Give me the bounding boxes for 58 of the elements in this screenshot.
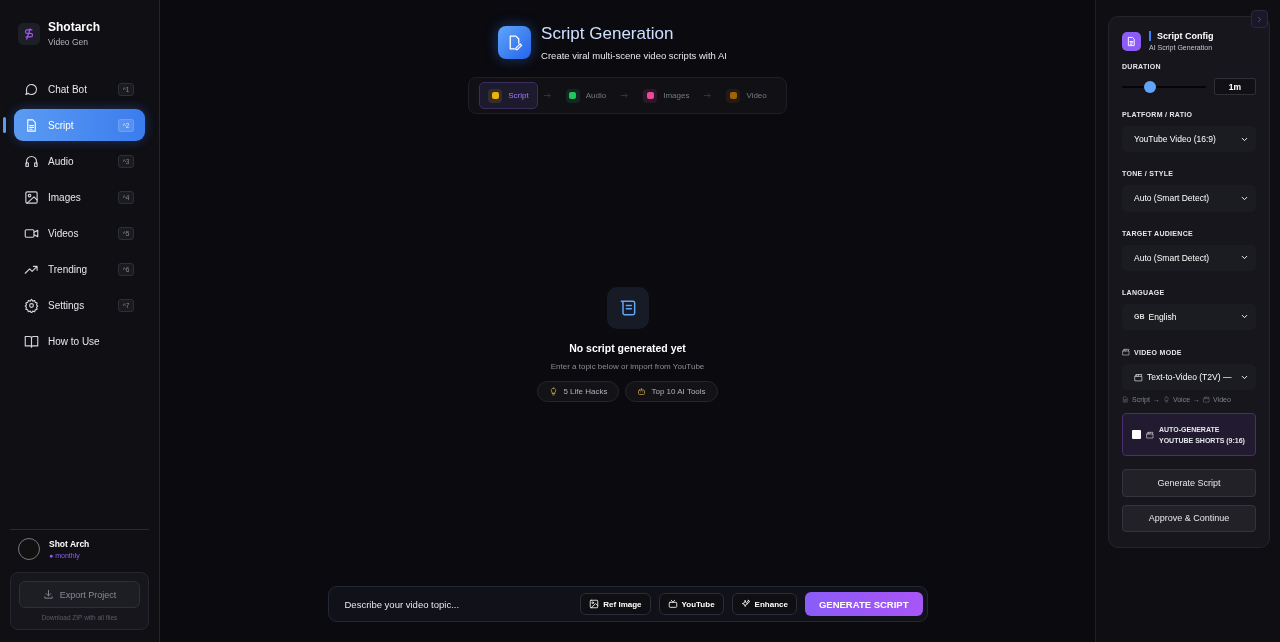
prompt-button[interactable]: Enhance — [731, 593, 797, 615]
step-tab[interactable]: Script — [479, 82, 538, 109]
topic-input[interactable]: Describe your video topic... — [342, 597, 573, 611]
document-icon — [1126, 35, 1137, 47]
duration-value: 1m — [1214, 78, 1256, 95]
shorts-checkbox[interactable] — [1132, 430, 1141, 440]
clapperboard-icon — [1146, 430, 1154, 439]
arrow-icon — [703, 91, 713, 100]
select-field[interactable]: Text-to-Video (T2V) — — [1122, 364, 1256, 391]
image-icon — [24, 189, 39, 205]
microphone-icon — [1162, 396, 1170, 404]
step-tab[interactable]: Video — [717, 82, 776, 109]
arrow-icon — [620, 91, 630, 100]
tv-icon — [667, 599, 678, 609]
export-button[interactable]: Export Project — [19, 581, 140, 608]
suggestion-chip[interactable]: Top 10 AI Tools — [625, 381, 718, 402]
document-icon — [1122, 396, 1129, 404]
empty-subtitle: Enter a topic below or import from YouTube — [550, 362, 705, 371]
image-icon — [589, 599, 600, 609]
chevron-right-icon — [1255, 14, 1264, 24]
clapperboard-icon — [1134, 372, 1143, 382]
brand-subtitle: Video Gen — [48, 37, 89, 47]
select-value: Auto (Smart Detect) — [1134, 252, 1210, 263]
duration-slider-thumb[interactable] — [1143, 80, 1156, 93]
action-button[interactable]: Generate Script — [1122, 468, 1256, 497]
action-button[interactable]: Approve & Continue — [1122, 504, 1256, 533]
active-indicator — [3, 117, 6, 133]
sidebar-item[interactable]: How to Use — [14, 325, 145, 357]
empty-title: No script generated yet — [569, 342, 686, 354]
suggestion-chip[interactable]: 5 Life Hacks — [537, 381, 620, 402]
page-subtitle: Create viral multi-scene video scripts with AI — [541, 50, 727, 61]
select-value: Text-to-Video (T2V) — — [1147, 372, 1232, 383]
headphones-icon — [24, 153, 39, 169]
prompt-button[interactable]: Ref Image — [580, 593, 651, 615]
select-value: English — [1148, 311, 1177, 322]
config-title: Script Config — [1149, 31, 1214, 41]
document-icon — [24, 117, 39, 133]
step-tab[interactable]: Audio — [556, 82, 616, 109]
clapperboard-icon — [1203, 396, 1211, 404]
settings-icon — [24, 297, 39, 313]
select-value: YouTube Video (16:9) — [1134, 134, 1216, 145]
brand-name: Shotarch — [48, 20, 100, 34]
generate-script-button[interactable]: GENERATE SCRIPT — [804, 592, 923, 616]
step-tab[interactable]: Images — [634, 82, 699, 109]
page-title: Script Generation — [541, 24, 675, 44]
user-name: Shot Arch — [49, 539, 90, 549]
prompt-button[interactable]: YouTube — [658, 593, 724, 615]
chat-bubble-icon — [24, 81, 39, 97]
select-field[interactable]: YouTube Video (16:9) — [1122, 126, 1256, 153]
bulb-icon — [549, 387, 559, 396]
select-field[interactable]: Auto (Smart Detect) — [1122, 185, 1256, 212]
user-avatar — [18, 538, 40, 560]
select-value: Auto (Smart Detect) — [1134, 193, 1210, 204]
book-icon — [24, 333, 39, 349]
select-field[interactable]: Auto (Smart Detect) — [1122, 244, 1256, 271]
download-icon — [42, 589, 54, 600]
clapperboard-icon — [1122, 348, 1130, 356]
arrow-icon — [542, 91, 552, 100]
